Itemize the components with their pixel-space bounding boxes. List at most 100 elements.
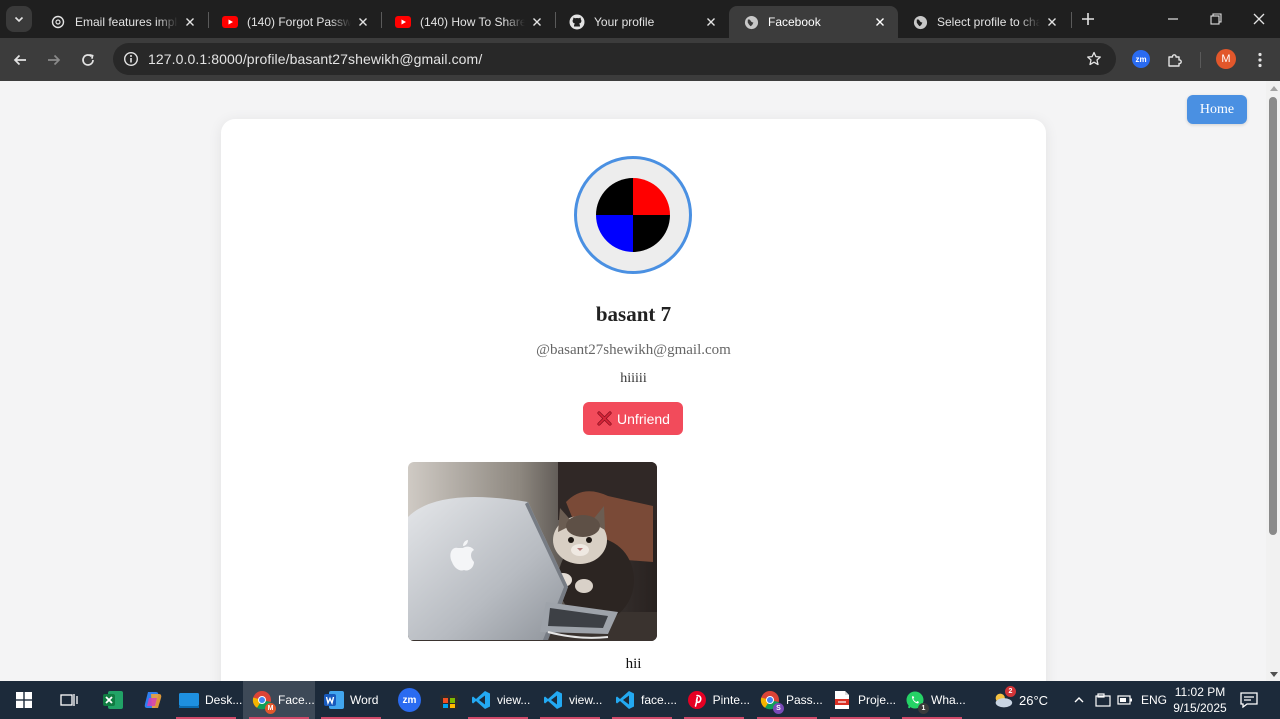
- tab-title: Facebook: [768, 15, 821, 29]
- close-window-button[interactable]: [1248, 8, 1270, 30]
- tab-title: (140) Forgot Passwor: [247, 15, 351, 29]
- profile-card: basant 7 @basant27shewikh@gmail.com hiii…: [221, 119, 1046, 681]
- tab-how-to-share[interactable]: (140) How To Share G: [381, 6, 555, 38]
- taskbar-chrome-passwords[interactable]: S Pass...: [751, 681, 823, 719]
- tab-forgot-password[interactable]: (140) Forgot Passwor: [208, 6, 381, 38]
- scroll-down-arrow-icon[interactable]: [1270, 672, 1278, 677]
- tab-title: Select profile to chan: [937, 15, 1040, 29]
- language-label: ENG: [1141, 693, 1168, 707]
- taskbar-vscode-2[interactable]: view...: [534, 681, 606, 719]
- taskbar-desktop-folder[interactable]: Desk...: [170, 681, 242, 719]
- tab-your-profile[interactable]: Your profile: [555, 6, 729, 38]
- start-button[interactable]: [5, 681, 41, 719]
- youtube-icon: [222, 14, 238, 30]
- new-tab-button[interactable]: [1078, 9, 1098, 29]
- windows-start-icon: [13, 689, 35, 711]
- desktop-folder-icon: [178, 689, 200, 711]
- browser-tab-strip: Email features implen (140) Forgot Passw…: [0, 0, 1280, 38]
- page-scrollbar[interactable]: [1266, 81, 1280, 681]
- scroll-up-arrow-icon[interactable]: [1270, 86, 1278, 91]
- windows-taskbar: Desk... M Face... Word zm view... view..…: [0, 681, 1280, 719]
- battery-status[interactable]: [1117, 681, 1133, 719]
- taskbar-vscode-3[interactable]: face....: [606, 681, 678, 719]
- restore-icon: [1210, 13, 1222, 25]
- taskbar-label: view...: [569, 693, 603, 707]
- tab-email-features[interactable]: Email features implen: [36, 6, 208, 38]
- cross-mark-icon: [596, 411, 612, 427]
- unread-badge: 1: [918, 703, 929, 714]
- forward-button[interactable]: [42, 48, 66, 72]
- taskbar-whatsapp[interactable]: 1 Wha...: [896, 681, 968, 719]
- weather-widget[interactable]: 2 26°C: [992, 681, 1048, 719]
- taskbar-microsoft-store[interactable]: [430, 681, 466, 719]
- taskbar-pinterest[interactable]: Pinte...: [678, 681, 750, 719]
- microsoft-store-icon: [438, 689, 460, 711]
- system-clock[interactable]: 11:02 PM 9/15/2025: [1170, 684, 1230, 716]
- vscode-icon: [614, 689, 636, 711]
- copilot-icon: [142, 689, 164, 711]
- openai-icon: [50, 14, 66, 30]
- task-view-button[interactable]: [50, 681, 86, 719]
- zoom-icon: zm: [398, 688, 421, 712]
- word-icon: [323, 689, 345, 711]
- close-icon[interactable]: [872, 14, 888, 30]
- tab-title: (140) How To Share G: [420, 15, 525, 29]
- close-icon[interactable]: [355, 14, 371, 30]
- show-hidden-icons[interactable]: [1073, 681, 1085, 719]
- unfriend-button[interactable]: Unfriend: [583, 402, 683, 435]
- scrollbar-thumb[interactable]: [1269, 97, 1277, 535]
- home-button[interactable]: Home: [1187, 95, 1247, 124]
- kebab-menu-icon: [1258, 52, 1262, 68]
- chrome-profile-badge: M: [265, 703, 276, 714]
- network-status[interactable]: [1095, 681, 1111, 719]
- excel-icon: [102, 689, 124, 711]
- close-icon[interactable]: [182, 14, 198, 30]
- profile-avatar[interactable]: [574, 156, 692, 274]
- zoom-icon-label: zm: [402, 694, 417, 706]
- close-icon[interactable]: [703, 14, 719, 30]
- post-image[interactable]: [408, 462, 657, 641]
- tab-facebook[interactable]: Facebook: [729, 6, 898, 38]
- taskbar-word[interactable]: Word: [315, 681, 387, 719]
- pinterest-icon: [686, 689, 708, 711]
- address-bar[interactable]: 127.0.0.1:8000/profile/basant27shewikh@g…: [113, 43, 1116, 75]
- battery-icon: [1117, 695, 1132, 705]
- tab-search-button[interactable]: [6, 6, 32, 32]
- chevron-down-icon: [14, 16, 24, 23]
- taskbar-pdf-project[interactable]: Proje...: [824, 681, 896, 719]
- back-button[interactable]: [8, 48, 32, 72]
- profile-initial: M: [1221, 53, 1231, 65]
- taskbar-chrome-facebook[interactable]: M Face...: [243, 681, 315, 719]
- vscode-icon: [470, 689, 492, 711]
- close-icon[interactable]: [1044, 14, 1060, 30]
- chevron-up-icon: [1074, 697, 1084, 703]
- close-icon[interactable]: [529, 14, 545, 30]
- taskbar-label: Wha...: [931, 693, 966, 707]
- clock-time: 11:02 PM: [1174, 685, 1226, 699]
- url-text[interactable]: 127.0.0.1:8000/profile/basant27shewikh@g…: [148, 51, 482, 67]
- taskbar-label: view...: [497, 693, 531, 707]
- extensions-button[interactable]: [1163, 48, 1187, 72]
- tab-select-profile[interactable]: Select profile to chan: [898, 6, 1070, 38]
- minimize-button[interactable]: [1162, 8, 1184, 30]
- taskbar-excel[interactable]: [94, 681, 130, 719]
- weather-temp: 26°C: [1019, 692, 1049, 708]
- taskbar-copilot[interactable]: [134, 681, 170, 719]
- zoom-extension-icon[interactable]: zm: [1132, 50, 1150, 68]
- arrow-right-icon: [48, 54, 61, 66]
- taskbar-label: Desk...: [205, 693, 243, 707]
- taskbar-label: Pinte...: [712, 693, 750, 707]
- input-language[interactable]: ENG: [1141, 681, 1167, 719]
- profile-avatar-image: [596, 178, 670, 252]
- whatsapp-icon: 1: [904, 689, 929, 714]
- taskbar-label: face....: [641, 693, 678, 707]
- notification-center[interactable]: [1240, 681, 1258, 719]
- reload-button[interactable]: [76, 48, 100, 72]
- site-info-icon[interactable]: [116, 44, 146, 74]
- profile-avatar-button[interactable]: M: [1216, 49, 1236, 69]
- taskbar-vscode-1[interactable]: view...: [462, 681, 534, 719]
- taskbar-zoom[interactable]: zm: [390, 681, 426, 719]
- restore-button[interactable]: [1205, 8, 1227, 30]
- bookmark-star-icon[interactable]: [1084, 49, 1104, 69]
- browser-menu-button[interactable]: [1248, 48, 1272, 72]
